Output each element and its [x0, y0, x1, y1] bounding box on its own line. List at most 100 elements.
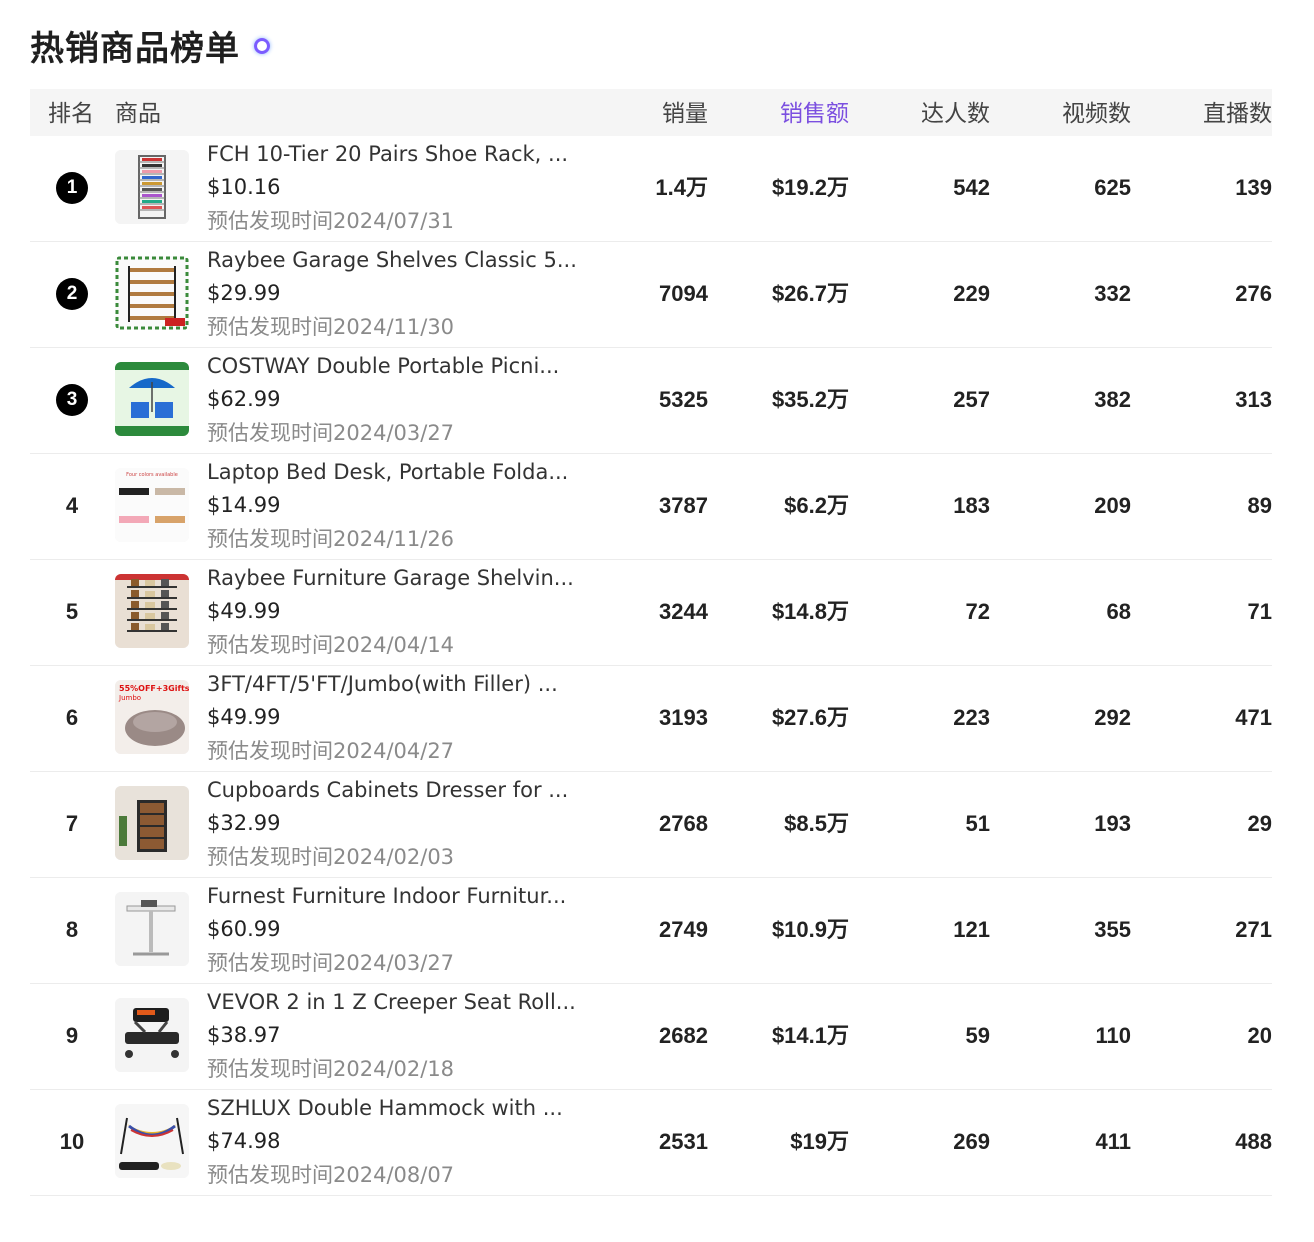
revenue-value: $35.2万 — [771, 387, 849, 412]
sales-value: 1.4万 — [655, 175, 708, 200]
header-creators[interactable]: 达人数 — [921, 89, 990, 136]
svg-text:Jumbo: Jumbo — [118, 694, 141, 702]
shoe-rack-icon[interactable] — [115, 150, 189, 224]
header-revenue[interactable]: 销售额 — [780, 89, 849, 136]
creators-value: 121 — [953, 917, 990, 942]
svg-text:Four colors available: Four colors available — [126, 472, 178, 478]
discovery-date: 预估发现时间2024/02/03 — [207, 845, 455, 869]
videos-value: 110 — [1095, 1023, 1132, 1048]
discovery-date: 预估发现时间2024/07/31 — [207, 209, 455, 233]
revenue-value: $14.8万 — [771, 599, 849, 624]
header-videos[interactable]: 视频数 — [1062, 89, 1131, 136]
hot-products-table: 排名 商品 销量 销售额 达人数 视频数 直播数 1 FCH 10-Tier 20… — [30, 89, 1272, 1196]
discovery-date: 预估发现时间2024/11/26 — [207, 527, 455, 551]
revenue-value: $19.2万 — [771, 175, 849, 200]
table-row[interactable]: 4 Four colors available Laptop Bed Desk, P… — [30, 454, 1272, 560]
product-name[interactable]: SZHLUX Double Hammock with ... — [207, 1092, 577, 1124]
rank-badge: 2 — [56, 278, 88, 310]
live-value: 313 — [1235, 387, 1272, 412]
rank-badge: 6 — [65, 705, 79, 730]
product-name[interactable]: Furnest Furniture Indoor Furnitur... — [207, 880, 577, 912]
table-row[interactable]: 6 55%OFF+3Gifts Jumbo 3FT/4FT/5'FT/Jumbo(wi… — [30, 666, 1272, 772]
revenue-value: $8.5万 — [784, 811, 849, 836]
header-rank: 排名 — [48, 101, 94, 127]
table-row[interactable]: 3 COSTWAY Double Portable Picni... $62.99 预… — [30, 348, 1272, 454]
product-name[interactable]: Raybee Furniture Garage Shelvin... — [207, 562, 577, 594]
dresser-icon[interactable] — [115, 786, 189, 860]
garage-shelf-icon[interactable] — [115, 256, 189, 330]
videos-value: 193 — [1094, 811, 1131, 836]
laptop-desk-icon[interactable]: Four colors available — [115, 468, 189, 542]
revenue-value: $10.9万 — [771, 917, 849, 942]
table-row[interactable]: 8 Furnest Furniture Indoor Furnitur... $60… — [30, 878, 1272, 984]
product-info: Laptop Bed Desk, Portable Folda... $14.99… — [207, 456, 577, 556]
videos-value: 411 — [1095, 1129, 1132, 1154]
product-info: SZHLUX Double Hammock with ... $74.98 预估发现… — [207, 1092, 577, 1192]
discovery-date: 预估发现时间2024/03/27 — [207, 421, 455, 445]
product-price: $32.99 — [207, 811, 281, 835]
discovery-date: 预估发现时间2024/08/07 — [207, 1163, 455, 1187]
page-header: 热销商品榜单 — [30, 20, 270, 70]
product-name[interactable]: 3FT/4FT/5'FT/Jumbo(with Filler) ... — [207, 668, 577, 700]
product-price: $14.99 — [207, 493, 281, 517]
product-info: Furnest Furniture Indoor Furnitur... $60.… — [207, 880, 577, 980]
product-name[interactable]: FCH 10-Tier 20 Pairs Shoe Rack, ... — [207, 138, 577, 170]
creeper-seat-icon[interactable] — [115, 998, 189, 1072]
videos-value: 68 — [1106, 599, 1131, 624]
product-price: $62.99 — [207, 387, 281, 411]
header-product: 商品 — [115, 101, 161, 127]
creators-value: 229 — [953, 281, 990, 306]
product-info: VEVOR 2 in 1 Z Creeper Seat Roll... $38.9… — [207, 986, 577, 1086]
product-price: $74.98 — [207, 1129, 281, 1153]
product-name[interactable]: Laptop Bed Desk, Portable Folda... — [207, 456, 577, 488]
header-live[interactable]: 直播数 — [1203, 89, 1272, 136]
live-value: 139 — [1235, 175, 1272, 200]
table-header: 排名 商品 销量 销售额 达人数 视频数 直播数 — [30, 89, 1272, 136]
creators-value: 269 — [953, 1129, 990, 1154]
discovery-date: 预估发现时间2024/02/18 — [207, 1057, 455, 1081]
live-value: 89 — [1247, 493, 1272, 518]
creators-value: 257 — [953, 387, 990, 412]
table-row[interactable]: 10 SZHLUX Double Hammock with ... $74.98 预估… — [30, 1090, 1272, 1196]
bean-bag-icon[interactable]: 55%OFF+3Gifts Jumbo — [115, 680, 189, 754]
sales-value: 2682 — [659, 1023, 708, 1048]
revenue-value: $14.1万 — [771, 1023, 849, 1048]
sales-value: 2531 — [659, 1129, 708, 1154]
sales-value: 2768 — [659, 811, 708, 836]
picnic-chair-icon[interactable] — [115, 362, 189, 436]
product-price: $60.99 — [207, 917, 281, 941]
discovery-date: 预估发现时间2024/04/14 — [207, 633, 455, 657]
standing-desk-icon[interactable] — [115, 892, 189, 966]
product-info: COSTWAY Double Portable Picni... $62.99 预估… — [207, 350, 577, 450]
table-row[interactable]: 7 Cupboards Cabinets Dresser for ... $32.9… — [30, 772, 1272, 878]
table-row[interactable]: 2 Raybee Garage Shelves Classic 5... $29.9… — [30, 242, 1272, 348]
product-info: Raybee Furniture Garage Shelvin... $49.99… — [207, 562, 577, 662]
rank-badge: 5 — [65, 599, 79, 624]
creators-value: 183 — [953, 493, 990, 518]
spinner-icon — [254, 38, 270, 54]
product-price: $10.16 — [207, 175, 281, 199]
table-row[interactable]: 9 VEVOR 2 in 1 Z Creeper Seat Roll... $38.… — [30, 984, 1272, 1090]
table-row[interactable]: 5 Raybee Furniture Garage Shelvin... $49.9… — [30, 560, 1272, 666]
product-name[interactable]: Raybee Garage Shelves Classic 5... — [207, 244, 577, 276]
sales-value: 3787 — [659, 493, 708, 518]
hammock-icon[interactable] — [115, 1104, 189, 1178]
rank-badge: 7 — [65, 811, 79, 836]
videos-value: 625 — [1094, 175, 1131, 200]
rank-badge: 4 — [65, 493, 79, 518]
page-title: 热销商品榜单 — [30, 28, 240, 69]
product-info: Cupboards Cabinets Dresser for ... $32.99… — [207, 774, 577, 874]
live-value: 271 — [1235, 917, 1272, 942]
product-name[interactable]: COSTWAY Double Portable Picni... — [207, 350, 577, 382]
live-value: 20 — [1247, 1023, 1272, 1048]
product-name[interactable]: Cupboards Cabinets Dresser for ... — [207, 774, 577, 806]
product-name[interactable]: VEVOR 2 in 1 Z Creeper Seat Roll... — [207, 986, 577, 1018]
videos-value: 209 — [1094, 493, 1131, 518]
rank-badge: 1 — [56, 172, 88, 204]
live-value: 276 — [1235, 281, 1272, 306]
table-row[interactable]: 1 FCH 10-Tier 20 Pairs Shoe Rack, ... $10.… — [30, 136, 1272, 242]
sales-value: 7094 — [659, 281, 708, 306]
videos-value: 355 — [1094, 917, 1131, 942]
header-sales[interactable]: 销量 — [662, 89, 708, 136]
shelving-icon[interactable] — [115, 574, 189, 648]
